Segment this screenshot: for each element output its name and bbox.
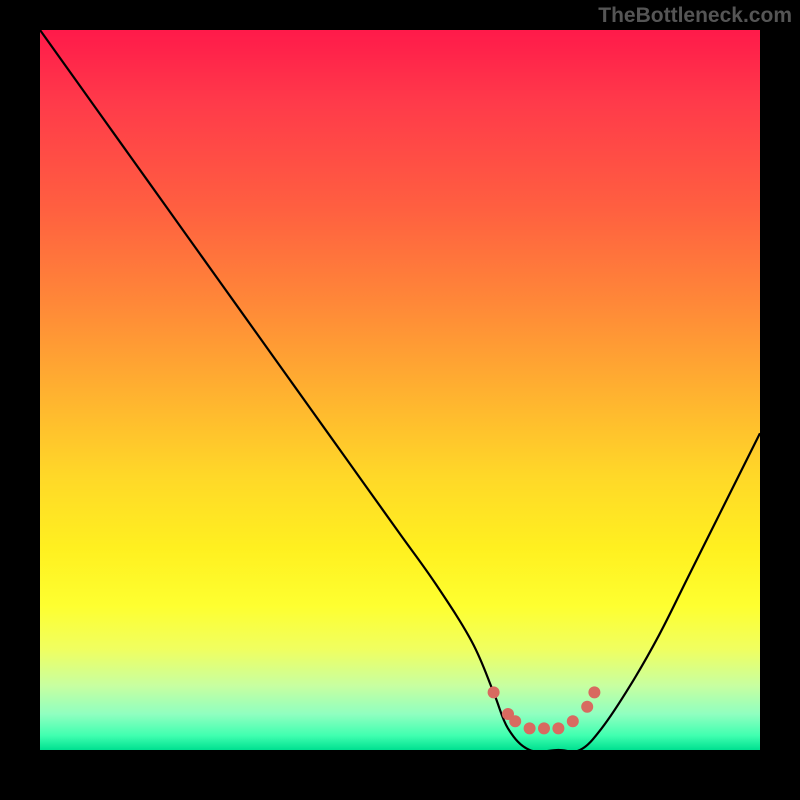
curve-svg bbox=[40, 30, 760, 750]
marker-dot bbox=[588, 686, 600, 698]
marker-dot bbox=[538, 722, 550, 734]
bottleneck-curve bbox=[40, 30, 760, 750]
marker-dot bbox=[488, 686, 500, 698]
curve-markers bbox=[488, 686, 601, 734]
marker-dot bbox=[524, 722, 536, 734]
watermark-text: TheBottleneck.com bbox=[598, 4, 792, 28]
marker-dot bbox=[509, 715, 521, 727]
marker-dot bbox=[567, 715, 579, 727]
plot-area bbox=[40, 30, 760, 750]
marker-dot bbox=[552, 722, 564, 734]
marker-dot bbox=[581, 701, 593, 713]
chart-container: TheBottleneck.com bbox=[0, 0, 800, 800]
